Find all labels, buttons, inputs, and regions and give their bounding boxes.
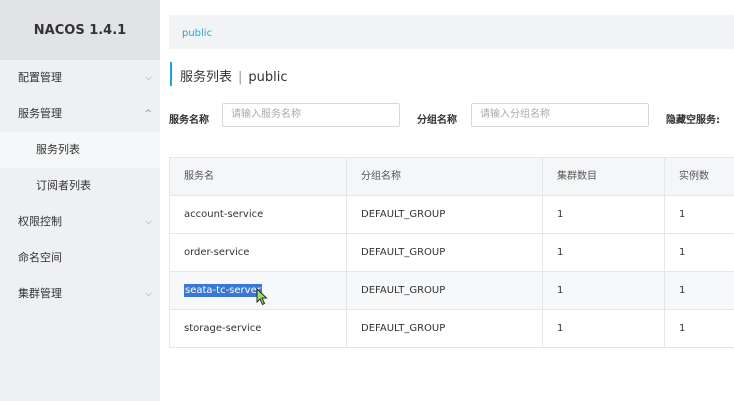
table-row[interactable]: account-service DEFAULT_GROUP 1 1 — [169, 196, 734, 234]
instance-count-cell: 1 — [679, 323, 686, 334]
sidebar-item-label: 订阅者列表 — [36, 179, 91, 192]
chevron-down-icon: ⌵ — [145, 289, 152, 299]
sidebar-item-config-management[interactable]: 配置管理 ⌵ — [0, 60, 160, 96]
instance-count-cell: 1 — [679, 285, 686, 296]
sidebar-item-access-control[interactable]: 权限控制 ⌵ — [0, 204, 160, 240]
sidebar-item-subscriber-list[interactable]: 订阅者列表 — [0, 168, 160, 204]
page-title-namespace: public — [248, 70, 288, 85]
group-name-cell: DEFAULT_GROUP — [347, 234, 543, 271]
column-header-group-name[interactable]: 分组名称 — [347, 158, 543, 195]
cluster-count-cell: 1 — [543, 234, 665, 271]
chevron-down-icon: ⌵ — [145, 217, 152, 227]
service-table: 服务名 分组名称 集群数目 实例数 account-service DEFAUL… — [169, 157, 734, 348]
group-name-cell: DEFAULT_GROUP — [347, 196, 543, 233]
sidebar-item-cluster-management[interactable]: 集群管理 ⌵ — [0, 276, 160, 312]
namespace-bar: public — [169, 15, 734, 49]
sidebar-item-label: 命名空间 — [18, 251, 62, 264]
service-name-cell: storage-service — [169, 310, 347, 347]
instance-count-cell: 1 — [679, 209, 686, 220]
cluster-count-cell: 1 — [543, 196, 665, 233]
title-accent-bar — [170, 62, 172, 86]
sidebar-item-label: 权限控制 — [18, 215, 62, 228]
column-header-service-name[interactable]: 服务名 — [169, 158, 347, 195]
brand-logo: NACOS 1.4.1 — [0, 0, 160, 60]
title-separator: | — [238, 70, 243, 85]
chevron-down-icon: ⌵ — [145, 73, 152, 83]
sidebar-item-namespace[interactable]: 命名空间 — [0, 240, 160, 276]
table-row[interactable]: order-service DEFAULT_GROUP 1 1 — [169, 234, 734, 272]
table-header-row: 服务名 分组名称 集群数目 实例数 — [169, 158, 734, 196]
sidebar-item-service-management[interactable]: 服务管理 ^ — [0, 96, 160, 132]
sidebar-item-service-list[interactable]: 服务列表 — [0, 132, 160, 168]
cluster-count-cell: 1 — [543, 310, 665, 347]
page-title-text: 服务列表 — [180, 70, 233, 85]
service-name-label: 服务名称 — [169, 115, 209, 126]
service-name-cell: account-service — [169, 196, 347, 233]
service-name-input[interactable]: 请输入服务名称 — [222, 103, 400, 127]
instance-count-cell: 1 — [679, 247, 686, 258]
selected-text[interactable]: seata-tc-server — [184, 284, 262, 297]
table-row[interactable]: seata-tc-server DEFAULT_GROUP 1 1 — [169, 272, 734, 310]
mouse-cursor-icon — [256, 288, 268, 306]
cluster-count-cell: 1 — [543, 272, 665, 309]
column-header-cluster-count[interactable]: 集群数目 — [543, 158, 665, 195]
column-header-instance-count[interactable]: 实例数 — [665, 158, 734, 195]
namespace-link[interactable]: public — [182, 15, 212, 53]
group-name-label: 分组名称 — [417, 115, 457, 126]
sidebar-item-label: 配置管理 — [18, 71, 62, 84]
sidebar-item-label: 服务列表 — [36, 143, 80, 156]
sidebar: NACOS 1.4.1 配置管理 ⌵ 服务管理 ^ 服务列表 订阅者列表 权限控… — [0, 0, 160, 401]
hide-empty-services-label: 隐藏空服务: — [666, 115, 720, 126]
sidebar-item-label: 集群管理 — [18, 287, 62, 300]
chevron-up-icon: ^ — [144, 109, 152, 119]
page-title: 服务列表 | public — [180, 66, 288, 85]
table-row[interactable]: storage-service DEFAULT_GROUP 1 1 — [169, 310, 734, 348]
main-content: public 服务列表 | public 服务名称 请输入服务名称 分组名称 请输入… — [160, 0, 734, 401]
group-name-cell: DEFAULT_GROUP — [347, 310, 543, 347]
group-name-input[interactable]: 请输入分组名称 — [471, 103, 649, 127]
service-name-cell: order-service — [169, 234, 347, 271]
sidebar-item-label: 服务管理 — [18, 107, 62, 120]
group-name-cell: DEFAULT_GROUP — [347, 272, 543, 309]
